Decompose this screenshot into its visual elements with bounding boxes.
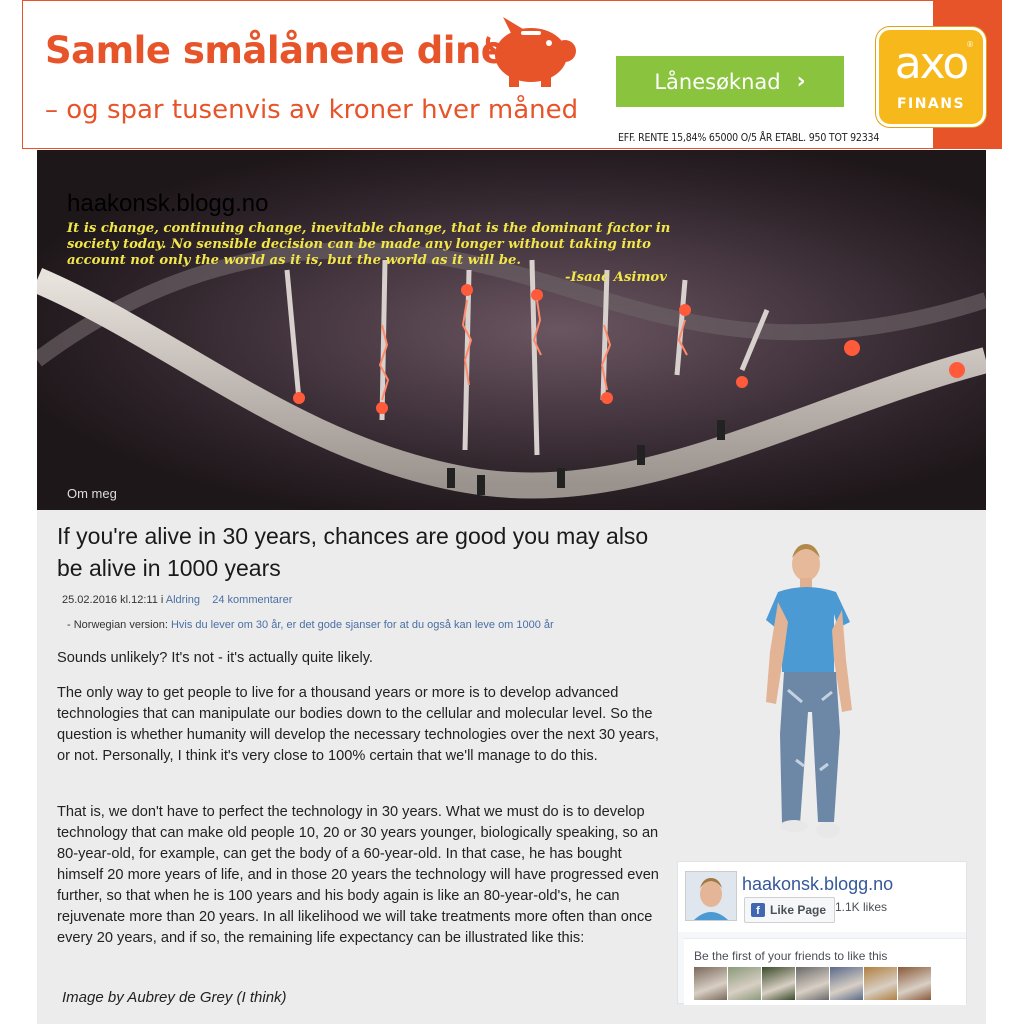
ad-subline: – og spar tusenvis av kroner hver måned	[45, 95, 579, 125]
image-caption: Image by Aubrey de Grey (I think)	[62, 989, 287, 1006]
ad-fine-print: EFF. RENTE 15,84% 65000 O/5 ÅR ETABL. 95…	[618, 132, 880, 144]
category-link[interactable]: Aldring	[166, 594, 200, 606]
norwegian-version-link[interactable]: Hvis du lever om 30 år, er det gode sjan…	[171, 619, 554, 631]
post-paragraph: That is, we don't have to perfect the te…	[57, 804, 659, 946]
liker-avatar[interactable]	[694, 967, 727, 1000]
like-page-button[interactable]: f Like Page	[744, 897, 836, 923]
facebook-page-widget: haakonsk.blogg.no f Like Page 1.1K likes…	[677, 861, 967, 1005]
blog-header-banner: haakonsk.blogg.no It is change, continui…	[37, 150, 986, 510]
page-avatar[interactable]	[685, 871, 737, 921]
axo-logo-subtext: FINANS	[896, 96, 966, 112]
loan-application-label: Lånesøknad	[654, 69, 781, 94]
friends-section: Be the first of your friends to like thi…	[684, 938, 966, 1005]
liker-avatar[interactable]	[728, 967, 761, 1000]
liker-avatar[interactable]	[898, 967, 931, 1000]
nav-about-me-link[interactable]: Om meg	[67, 486, 117, 501]
norwegian-version: - Norwegian version: Hvis du lever om 30…	[67, 619, 554, 631]
post-date: 25.02.2016 kl.12:11	[62, 594, 158, 606]
quote-author: -Isaac Asimov	[565, 270, 667, 285]
post-paragraph: The only way to get people to live for a…	[57, 685, 659, 764]
facebook-page-header: haakonsk.blogg.no f Like Page 1.1K likes	[678, 862, 966, 932]
like-count: 1.1K likes	[835, 900, 888, 914]
loan-application-button[interactable]: Lånesøknad ›	[616, 56, 844, 107]
avatar-face-icon	[686, 872, 736, 920]
post-paragraph: Sounds unlikely? It's not - it's actuall…	[57, 650, 373, 666]
blog-title-link[interactable]: haakonsk.blogg.no	[67, 190, 269, 218]
ad-headline: Samle smålånene dine	[45, 29, 506, 72]
chevron-right-icon: ›	[796, 69, 806, 94]
header-quote: It is change, continuing change, inevita…	[67, 221, 671, 268]
facebook-icon: f	[751, 903, 765, 917]
author-photo	[766, 544, 852, 838]
post-title[interactable]: If you're alive in 30 years, chances are…	[57, 520, 667, 584]
axo-finans-logo[interactable]: ® axo FINANS	[876, 27, 986, 127]
axo-logo-text: axo	[894, 38, 970, 89]
liker-avatar[interactable]	[864, 967, 897, 1000]
liker-avatar[interactable]	[762, 967, 795, 1000]
liker-avatar[interactable]	[830, 967, 863, 1000]
loan-ad-banner[interactable]: Samle smålånene dine – og spar tusenvis …	[22, 0, 1002, 149]
liker-faces	[694, 967, 931, 1000]
post-meta: 25.02.2016 kl.12:11 i Aldring 24 komment…	[62, 594, 292, 606]
category-prefix: i	[157, 594, 166, 606]
like-page-label: Like Page	[770, 903, 827, 917]
piggy-bank-icon	[485, 17, 576, 87]
norwegian-prefix: - Norwegian version:	[67, 619, 171, 631]
facebook-page-name-link[interactable]: haakonsk.blogg.no	[742, 874, 893, 895]
comments-link[interactable]: 24 kommentarer	[212, 594, 292, 606]
liker-avatar[interactable]	[796, 967, 829, 1000]
friends-like-text: Be the first of your friends to like thi…	[694, 949, 888, 963]
